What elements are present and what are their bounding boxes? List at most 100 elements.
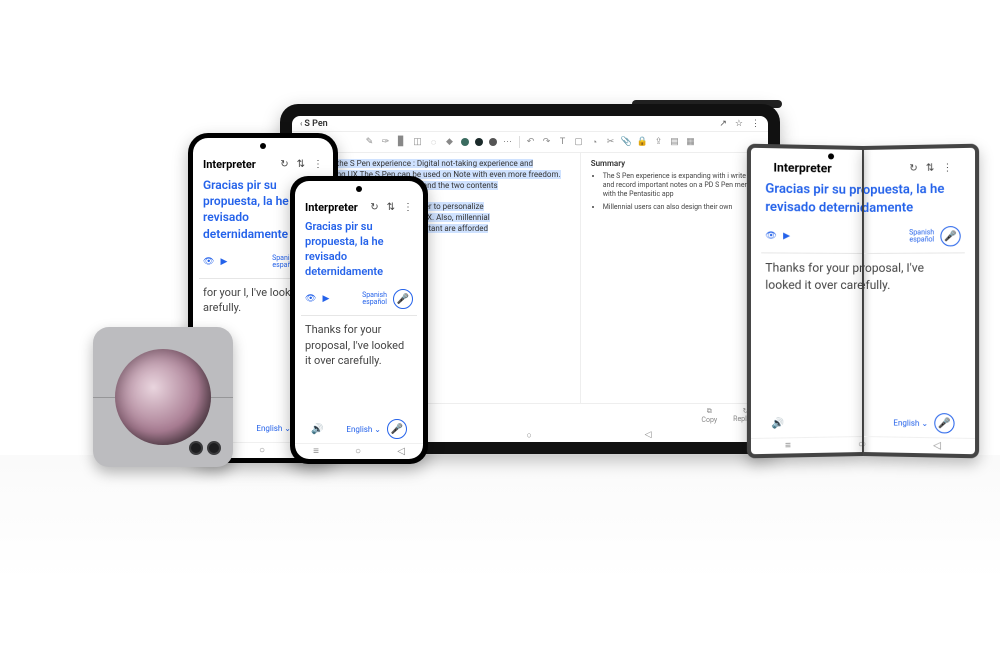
source-text[interactable]: Gracias pir su propuesta, la he revisado… <box>763 178 863 226</box>
favorite-icon[interactable]: ☆ <box>735 119 743 129</box>
speaker-icon[interactable]: 🔊 <box>771 418 784 429</box>
card-divider <box>863 252 965 254</box>
mic-button[interactable]: 🎤 <box>393 289 413 309</box>
redo-icon[interactable]: ↷ <box>542 137 552 147</box>
app-header: Interpreter ↻ ⇅ ⋮ <box>863 154 963 181</box>
back-icon[interactable]: ◁ <box>397 446 405 457</box>
voice-tool-icon[interactable]: ◔ <box>590 137 600 147</box>
mic-button[interactable]: 🎤 <box>387 419 407 439</box>
play-icon[interactable]: ▶ <box>322 294 329 304</box>
tool-eraser-icon[interactable]: ◫ <box>413 137 423 147</box>
target-controls: 🔊 English ⌄ 🎤 <box>863 405 963 438</box>
flip-device-closed <box>93 327 233 467</box>
target-language-picker[interactable]: English ⌄ <box>346 425 381 434</box>
fold-right-panel: Interpreter ↻ ⇅ ⋮ Gracias pir su propues… <box>863 144 979 459</box>
color-more-icon[interactable]: ⋯ <box>503 137 513 147</box>
source-language-picker[interactable]: Spanish español <box>362 292 387 306</box>
target-language-picker[interactable]: English ⌄ <box>256 424 291 433</box>
mic-icon: 🎤 <box>397 294 409 305</box>
phone-screen: Interpreter ↻ ⇅ ⋮ Gracias pir su propues… <box>295 181 423 459</box>
tool-lasso-icon[interactable]: ◌ <box>429 137 439 147</box>
copy-label: Copy <box>701 416 717 424</box>
color-swatch-3[interactable] <box>489 138 497 146</box>
image-tool-icon[interactable]: ▢ <box>574 137 584 147</box>
camera-lens-icon <box>207 441 221 455</box>
flip-cover-display[interactable] <box>115 349 211 445</box>
read-aloud-icon[interactable]: 👁 <box>305 294 316 304</box>
play-icon[interactable]: ▶ <box>783 231 790 241</box>
source-text[interactable]: Gracias pir su propuesta, la he revisado… <box>303 218 415 287</box>
tool-highlighter-icon[interactable]: ▊ <box>397 137 407 147</box>
source-lang-sublabel: español <box>362 299 387 306</box>
phone-nav-bar[interactable]: ≡ ○ ◁ <box>295 443 423 459</box>
target-controls: 🔊 English ⌄ 🎤 <box>303 413 415 443</box>
home-icon[interactable]: ○ <box>259 445 265 456</box>
expand-icon[interactable]: ↗ <box>719 119 727 129</box>
clip-tool-icon[interactable]: ✂ <box>606 137 616 147</box>
more-icon[interactable]: ⋮ <box>751 119 760 129</box>
undo-icon[interactable]: ↶ <box>526 137 536 147</box>
history-icon[interactable]: ↻ <box>370 202 378 213</box>
mic-button[interactable]: 🎤 <box>940 226 960 246</box>
app-title: Interpreter <box>203 158 256 171</box>
summary-panel: Summary The S Pen experience is expandin… <box>580 153 768 403</box>
mic-button[interactable]: 🎤 <box>934 413 954 434</box>
note-title[interactable]: S Pen <box>304 119 327 129</box>
more-icon[interactable]: ⋮ <box>313 159 323 170</box>
home-icon[interactable]: ○ <box>526 430 531 441</box>
home-icon[interactable]: ○ <box>863 439 866 450</box>
home-icon[interactable]: ○ <box>355 446 361 457</box>
target-controls: 🔊 English ⌄ 🎤 <box>763 405 863 438</box>
play-icon[interactable]: ▶ <box>220 257 227 267</box>
front-camera <box>828 153 834 159</box>
color-swatch-1[interactable] <box>461 138 469 146</box>
fold-device: Interpreter ↻ ⇅ ⋮ Gracias pir su propues… <box>748 146 978 456</box>
back-icon[interactable]: ◁ <box>645 430 652 441</box>
panel-tool-icon[interactable]: ▤ <box>670 137 680 147</box>
copy-button[interactable]: ⧉ Copy <box>701 407 717 424</box>
source-language-picker[interactable]: Spanish español <box>909 229 934 243</box>
tool-pencil-icon[interactable]: ✎ <box>365 137 375 147</box>
reflection-floor <box>0 455 1000 665</box>
back-icon[interactable]: ◁ <box>933 440 941 451</box>
text-tool-icon[interactable]: T <box>558 137 568 147</box>
summary-title: Summary <box>591 159 758 168</box>
fold-left-panel: Interpreter ↻ ⇅ ⋮ Gracias pir su propues… <box>747 144 863 459</box>
more-icon[interactable]: ⋮ <box>403 202 413 213</box>
source-controls: 👁 ▶ Spanish español 🎤 <box>763 224 863 254</box>
grid-tool-icon[interactable]: ▦ <box>686 137 696 147</box>
swap-layout-icon[interactable]: ⇅ <box>387 202 395 213</box>
read-aloud-icon[interactable]: 👁 <box>765 231 777 241</box>
speaker-icon[interactable]: 🔊 <box>311 424 323 435</box>
recent-apps-icon[interactable]: ≡ <box>313 446 319 457</box>
swap-layout-icon[interactable]: ⇅ <box>297 159 305 170</box>
device-lineup: ‹ S Pen ↗ ☆ ⋮ ✎ ✑ ▊ ◫ ◌ ◆ ⋯ <box>0 0 1000 667</box>
attach-tool-icon[interactable]: 📎 <box>622 137 632 147</box>
fold-nav-bar[interactable]: ≡ ○ ◁ <box>863 434 975 454</box>
camera-lens-icon <box>189 441 203 455</box>
history-icon[interactable]: ↻ <box>280 159 288 170</box>
tool-stamp-icon[interactable]: ◆ <box>445 137 455 147</box>
summary-item: The S Pen experience is expanding with i… <box>603 172 758 199</box>
fold-nav-bar[interactable]: ≡ ○ ◁ <box>751 434 863 454</box>
source-controls: 👁 ▶ Spanish español 🎤 <box>863 224 963 254</box>
lock-tool-icon[interactable]: 🔒 <box>638 137 648 147</box>
mic-icon: 🎤 <box>391 424 403 435</box>
phone-device-front: Interpreter ↻ ⇅ ⋮ Gracias pir su propues… <box>290 176 428 464</box>
more-icon[interactable]: ⋮ <box>942 162 952 173</box>
swap-layout-icon[interactable]: ⇅ <box>926 162 934 173</box>
target-language-picker[interactable]: English ⌄ <box>893 418 928 428</box>
share-tool-icon[interactable]: ⇪ <box>654 137 664 147</box>
tool-pen-icon[interactable]: ✑ <box>381 137 391 147</box>
mic-icon: 🎤 <box>944 231 957 242</box>
read-aloud-icon[interactable]: 👁 <box>203 257 214 267</box>
history-icon[interactable]: ↻ <box>909 163 917 174</box>
source-lang-sublabel: español <box>909 236 934 243</box>
recent-apps-icon[interactable]: ≡ <box>785 440 791 451</box>
tablet-titlebar: ‹ S Pen ↗ ☆ ⋮ <box>292 116 768 132</box>
tablet-toolbar[interactable]: ✎ ✑ ▊ ◫ ◌ ◆ ⋯ ↶ ↷ T ▢ ◔ ✂ 📎 🔒 ⇪ ▤ <box>292 132 768 153</box>
app-title: Interpreter <box>305 201 358 214</box>
color-swatch-2[interactable] <box>475 138 483 146</box>
source-text[interactable]: Gracias pir su propuesta, la he revisado… <box>863 178 963 226</box>
front-camera <box>260 143 266 149</box>
